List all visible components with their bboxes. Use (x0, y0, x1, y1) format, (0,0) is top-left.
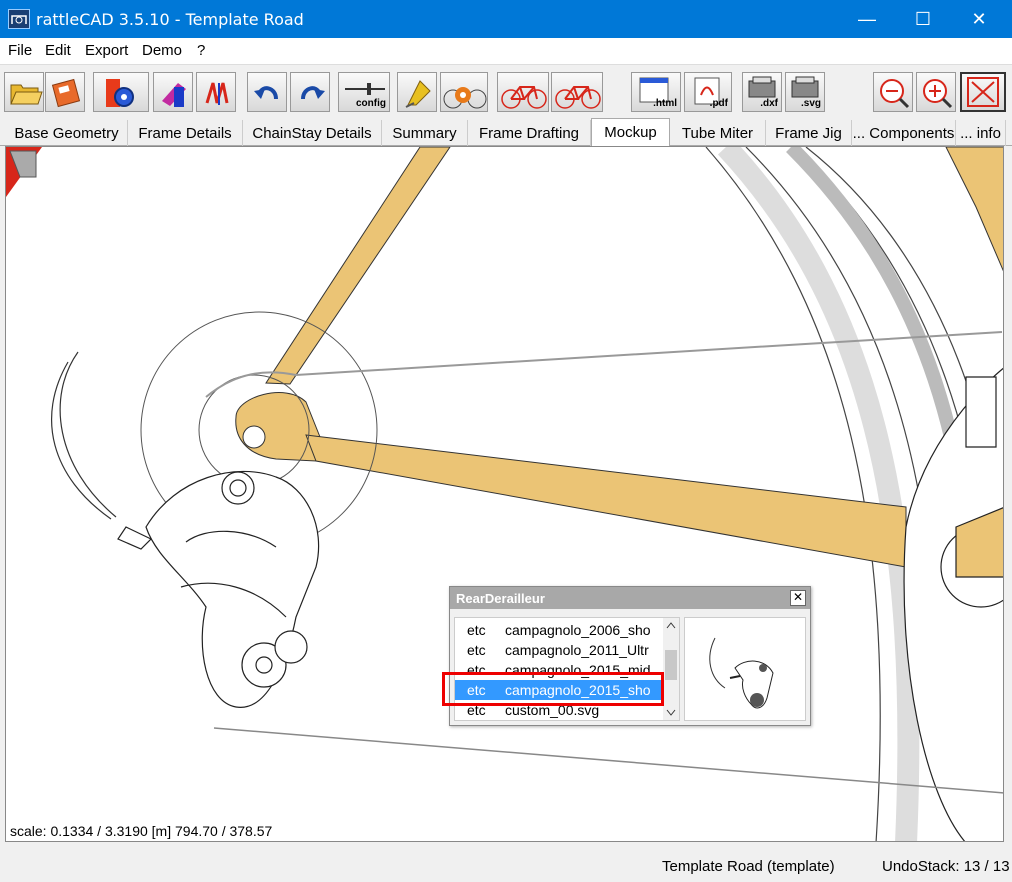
tab-frame-drafting[interactable]: Frame Drafting (468, 120, 591, 146)
status-bar: Template Road (template) UndoStack: 13 /… (0, 852, 1012, 882)
undo-stack-status: UndoStack: 13 / 13 (882, 858, 1010, 875)
undo-icon (254, 86, 278, 100)
export-html-label: .html (653, 98, 677, 109)
derailleur-preview-icon (709, 637, 774, 709)
bike-mockup-drawing (6, 147, 1003, 841)
minimize-button[interactable]: — (838, 0, 896, 38)
bike-fit-icon (443, 87, 487, 109)
scroll-up-icon (666, 622, 676, 629)
menu-demo[interactable]: Demo (142, 42, 182, 59)
config-button[interactable]: config (338, 72, 390, 112)
export-pdf-button[interactable]: .pdf (684, 72, 732, 112)
list-scrollbar[interactable] (663, 618, 679, 720)
dialog-close-button[interactable]: ✕ (790, 590, 806, 606)
tab-tube-miter[interactable]: Tube Miter (670, 120, 766, 146)
zoom-in-button[interactable] (916, 72, 956, 112)
bike-fit-button[interactable] (440, 72, 488, 112)
tab-bar: Base Geometry Frame Details ChainStay De… (0, 118, 1012, 147)
derailleur-preview (684, 617, 806, 721)
app-icon (8, 9, 30, 29)
selection-highlight-box (442, 672, 664, 706)
fit-screen-icon (967, 77, 999, 107)
menu-help[interactable]: ? (197, 42, 205, 59)
export-dxf-label: .dxf (760, 98, 778, 109)
tube-button[interactable] (153, 72, 193, 112)
tube-icon (162, 83, 186, 107)
open-button[interactable] (4, 72, 44, 112)
tool-icon (205, 82, 229, 105)
scroll-down-icon (666, 709, 676, 716)
drawing-canvas[interactable] (5, 146, 1004, 842)
bike-red-2-icon (555, 86, 601, 109)
export-svg-button[interactable]: .svg (785, 72, 825, 112)
export-pdf-label: .pdf (709, 98, 728, 109)
save-button[interactable] (45, 72, 85, 112)
zoom-in-icon (923, 79, 953, 109)
scroll-thumb (665, 650, 677, 680)
zoom-out-icon (880, 79, 910, 109)
tab-summary[interactable]: Summary (382, 120, 468, 146)
tab-info[interactable]: ... info (956, 120, 1006, 146)
settings-gear-icon (106, 79, 134, 107)
undo-button[interactable] (247, 72, 287, 112)
scale-readout: scale: 0.1334 / 3.3190 [m] 794.70 / 378.… (10, 823, 273, 839)
maximize-button[interactable]: ☐ (894, 0, 952, 38)
project-status: Template Road (template) (662, 858, 835, 875)
bike-red-2-button[interactable] (551, 72, 603, 112)
tab-base-geometry[interactable]: Base Geometry (6, 120, 128, 146)
toolbar: config .html .pdf .dxf .svg (0, 64, 1012, 118)
config-label: config (356, 98, 386, 109)
tab-components[interactable]: ... Components (852, 120, 956, 146)
bike-red-button[interactable] (497, 72, 549, 112)
fit-screen-button[interactable] (960, 72, 1006, 112)
list-item[interactable]: etc campagnolo_2011_Ultr (455, 640, 665, 660)
open-folder-icon (10, 84, 43, 105)
export-svg-label: .svg (800, 98, 821, 109)
bike-red-icon (501, 86, 547, 109)
render-button[interactable] (397, 72, 437, 112)
menu-bar: File Edit Export Demo ? (0, 38, 1012, 64)
dialog-title: RearDerailleur (450, 587, 810, 609)
close-button[interactable]: ✕ (950, 0, 1008, 38)
menu-edit[interactable]: Edit (45, 42, 71, 59)
save-disk-icon (51, 78, 81, 108)
export-dxf-button[interactable]: .dxf (742, 72, 782, 112)
tab-mockup[interactable]: Mockup (591, 118, 670, 147)
menu-export[interactable]: Export (85, 42, 128, 59)
redo-icon (301, 86, 325, 100)
tab-frame-jig[interactable]: Frame Jig (766, 120, 852, 146)
redo-button[interactable] (290, 72, 330, 112)
tab-chainstay-details[interactable]: ChainStay Details (243, 120, 382, 146)
list-item[interactable]: etc campagnolo_2006_sho (455, 620, 665, 640)
window-title: rattleCAD 3.5.10 - Template Road (36, 10, 304, 29)
export-html-button[interactable]: .html (631, 72, 681, 112)
render-icon (405, 80, 431, 108)
zoom-out-button[interactable] (873, 72, 913, 112)
tool-button[interactable] (196, 72, 236, 112)
title-bar: rattleCAD 3.5.10 - Template Road — ☐ ✕ (0, 0, 1012, 38)
menu-file[interactable]: File (8, 42, 32, 59)
settings-button[interactable] (93, 72, 149, 112)
tab-frame-details[interactable]: Frame Details (128, 120, 243, 146)
